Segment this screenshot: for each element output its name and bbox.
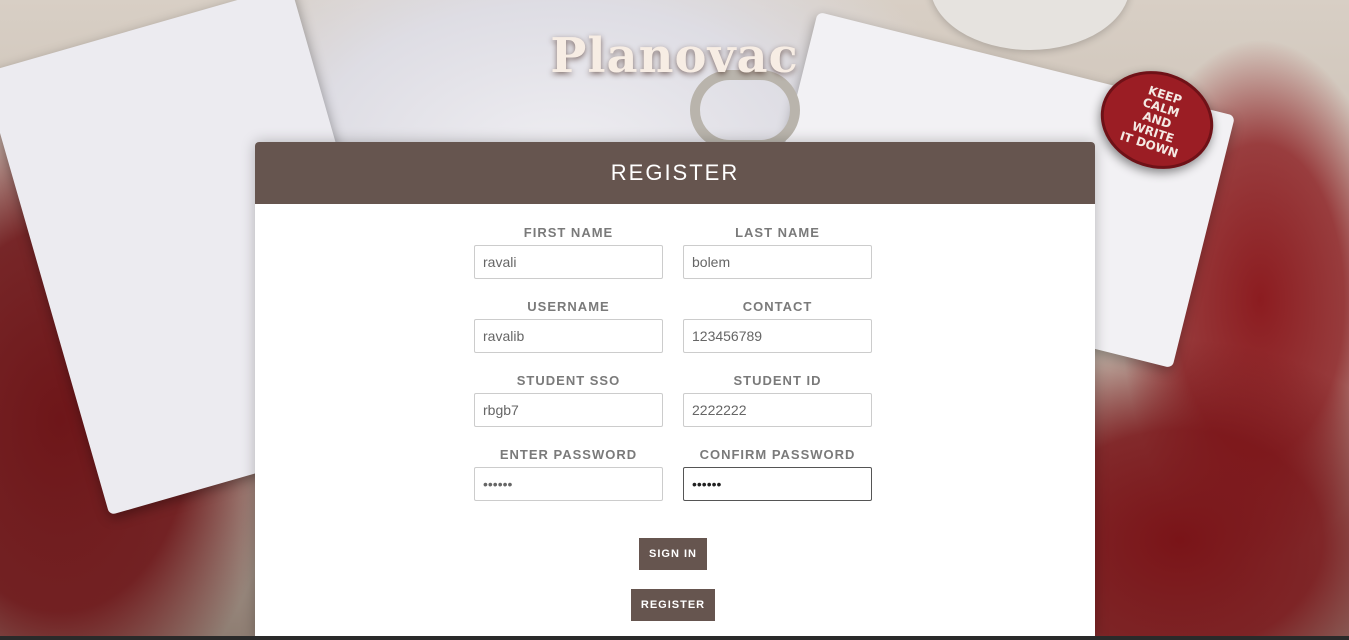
contact-input[interactable] bbox=[683, 319, 872, 353]
contact-label: CONTACT bbox=[742, 299, 813, 314]
student-id-group: STUDENT ID bbox=[683, 374, 872, 427]
form-row: FIRST NAME LAST NAME bbox=[474, 226, 874, 279]
app-title: Planovac bbox=[550, 28, 799, 84]
contact-group: CONTACT bbox=[683, 300, 872, 353]
register-form: FIRST NAME LAST NAME USERNAME CONTACT ST… bbox=[474, 204, 874, 501]
register-panel-header: REGISTER bbox=[255, 142, 1095, 204]
password-input[interactable] bbox=[474, 467, 663, 501]
form-row: ENTER PASSWORD CONFIRM PASSWORD bbox=[474, 448, 874, 501]
register-button[interactable]: REGISTER bbox=[631, 589, 715, 621]
first-name-input[interactable] bbox=[474, 245, 663, 279]
username-group: USERNAME bbox=[474, 300, 663, 353]
student-id-input[interactable] bbox=[683, 393, 872, 427]
confirm-password-input[interactable] bbox=[683, 467, 872, 501]
register-panel: REGISTER FIRST NAME LAST NAME USERNAME C… bbox=[255, 142, 1095, 640]
confirm-password-group: CONFIRM PASSWORD bbox=[683, 448, 872, 501]
sign-in-button[interactable]: SIGN IN bbox=[639, 538, 707, 570]
username-input[interactable] bbox=[474, 319, 663, 353]
password-label: ENTER PASSWORD bbox=[499, 447, 638, 462]
form-row: USERNAME CONTACT bbox=[474, 300, 874, 353]
student-sso-group: STUDENT SSO bbox=[474, 374, 663, 427]
last-name-label: LAST NAME bbox=[735, 225, 820, 240]
student-sso-input[interactable] bbox=[474, 393, 663, 427]
last-name-input[interactable] bbox=[683, 245, 872, 279]
password-group: ENTER PASSWORD bbox=[474, 448, 663, 501]
bottom-strip bbox=[0, 636, 1349, 640]
first-name-group: FIRST NAME bbox=[474, 226, 663, 279]
last-name-group: LAST NAME bbox=[683, 226, 872, 279]
confirm-password-label: CONFIRM PASSWORD bbox=[699, 447, 856, 462]
username-label: USERNAME bbox=[527, 299, 610, 314]
student-id-label: STUDENT ID bbox=[733, 373, 822, 388]
form-row: STUDENT SSO STUDENT ID bbox=[474, 374, 874, 427]
first-name-label: FIRST NAME bbox=[523, 225, 614, 240]
student-sso-label: STUDENT SSO bbox=[516, 373, 621, 388]
